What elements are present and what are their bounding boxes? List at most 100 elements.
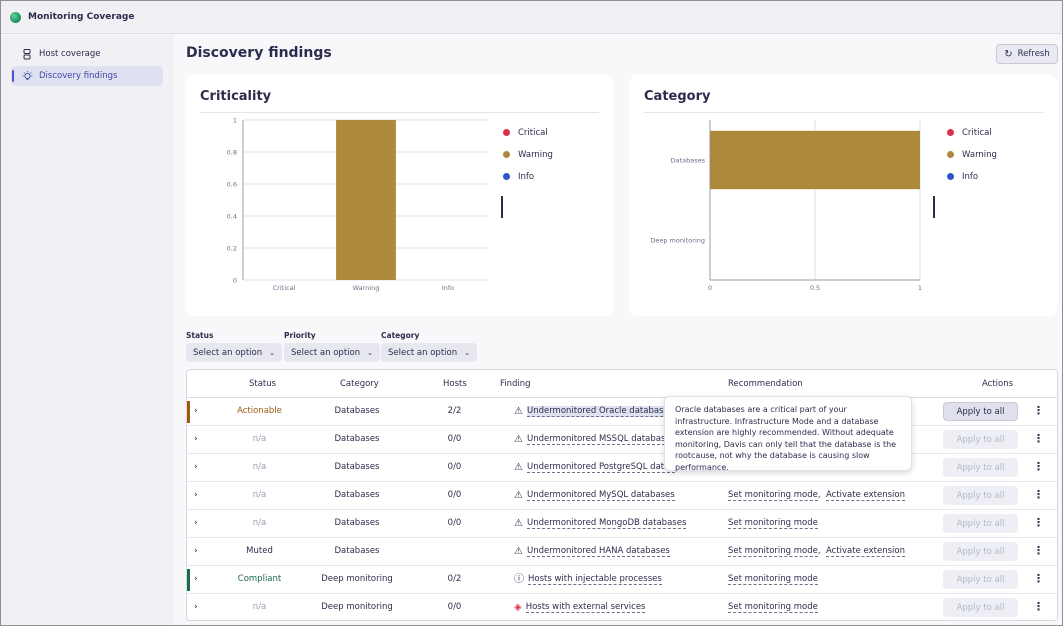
legend-label: Warning	[518, 149, 553, 160]
more-options-icon[interactable]: ⋮	[1033, 432, 1044, 445]
table-row[interactable]: › n/a Databases 0/0 ⚠ Undermonitored Mong…	[187, 510, 1057, 538]
apply-to-all-button[interactable]: Apply to all	[943, 514, 1018, 533]
legend-label: Warning	[962, 149, 997, 160]
apply-to-all-button[interactable]: Apply to all	[943, 486, 1018, 505]
more-options-icon[interactable]: ⋮	[1033, 544, 1044, 557]
apply-to-all-button[interactable]: Apply to all	[943, 458, 1018, 477]
refresh-button[interactable]: ↻ Refresh	[996, 44, 1058, 64]
set-monitoring-mode-link[interactable]: Set monitoring mode	[728, 490, 818, 501]
status-cell: n/a	[252, 434, 267, 444]
status-select[interactable]: Select an option ⌄	[186, 343, 282, 362]
chevron-right-icon[interactable]: ›	[194, 406, 198, 416]
chevron-right-icon[interactable]: ›	[194, 546, 198, 556]
activate-extension-link[interactable]: Activate extension	[825, 490, 905, 501]
apply-to-all-button[interactable]: Apply to all	[943, 402, 1018, 421]
more-options-icon[interactable]: ⋮	[1033, 516, 1044, 529]
more-options-icon[interactable]: ⋮	[1033, 572, 1044, 585]
col-finding[interactable]: Finding	[500, 379, 531, 389]
apply-to-all-button[interactable]: Apply to all	[943, 430, 1018, 449]
legend-item-info[interactable]: Info	[947, 171, 997, 182]
category-select[interactable]: Select an option ⌄	[381, 343, 477, 362]
more-options-icon[interactable]: ⋮	[1033, 488, 1044, 501]
chevron-right-icon[interactable]: ›	[194, 434, 198, 444]
legend-dot-critical	[947, 129, 954, 136]
chevron-right-icon[interactable]: ›	[194, 602, 198, 612]
chevron-right-icon[interactable]: ›	[194, 518, 198, 528]
chevron-right-icon[interactable]: ›	[194, 490, 198, 500]
table-row[interactable]: › Compliant Deep monitoring 0/2 ⓘ Hosts w…	[187, 566, 1057, 594]
main-content: Discovery findings ↻ Refresh Criticality…	[173, 35, 1062, 625]
activate-extension-link[interactable]: Activate extension	[825, 546, 905, 557]
legend-dot-critical	[503, 129, 510, 136]
finding-link[interactable]: Undermonitored MySQL databases	[526, 490, 675, 501]
legend-item-critical[interactable]: Critical	[503, 127, 553, 138]
col-hosts[interactable]: Hosts	[443, 379, 467, 389]
y-tick-label: Databases	[671, 157, 706, 165]
table-row[interactable]: › Muted Databases ⚠ Undermonitored HANA d…	[187, 538, 1057, 566]
finding-cell: ⚠ Undermonitored MongoDB databases	[514, 518, 687, 529]
category-cell: Databases	[334, 406, 380, 416]
warning-icon: ⚠	[514, 546, 523, 557]
sidebar-item-discovery-findings[interactable]: Discovery findings	[11, 66, 163, 86]
finding-link[interactable]: Hosts with external services	[525, 602, 646, 613]
criticality-title: Criticality	[200, 89, 272, 104]
set-monitoring-mode-link[interactable]: Set monitoring mode	[728, 546, 818, 557]
finding-link[interactable]: Undermonitored MongoDB databases	[526, 518, 687, 529]
table-row[interactable]: › n/a Databases 0/0 ⚠ Undermonitored MySQ…	[187, 482, 1057, 510]
legend-item-warning[interactable]: Warning	[947, 149, 997, 160]
table-row[interactable]: › Actionable Databases 2/2 ⚠ Undermonitor…	[187, 398, 1057, 426]
legend-item-critical[interactable]: Critical	[947, 127, 997, 138]
chevron-right-icon[interactable]: ›	[194, 462, 198, 472]
set-monitoring-mode-link[interactable]: Set monitoring mode	[728, 574, 818, 585]
more-options-icon[interactable]: ⋮	[1033, 404, 1044, 417]
category-legend: Critical Warning Info	[947, 127, 997, 193]
finding-cell: ◈ Hosts with external services	[514, 602, 646, 613]
legend-item-warning[interactable]: Warning	[503, 149, 553, 160]
table-row[interactable]: › n/a Deep monitoring 0/0 ◈ Hosts with ex…	[187, 594, 1057, 622]
finding-link[interactable]: Undermonitored HANA databases	[526, 546, 670, 557]
apply-to-all-button[interactable]: Apply to all	[943, 542, 1018, 561]
table-row[interactable]: › n/a Databases 0/0 ⚠ Undermonitored Post…	[187, 454, 1057, 482]
sidebar-item-host-coverage[interactable]: Host coverage	[11, 44, 163, 64]
legend-dot-warning	[947, 151, 954, 158]
col-status[interactable]: Status	[249, 379, 276, 389]
sidebar-item-label: Discovery findings	[39, 71, 118, 81]
finding-link[interactable]: Undermonitored Oracle databases	[526, 406, 674, 417]
hosts-cell: 0/0	[447, 518, 462, 528]
x-tick-label: 0.5	[810, 284, 820, 292]
apply-to-all-button[interactable]: Apply to all	[943, 598, 1018, 617]
more-options-icon[interactable]: ⋮	[1033, 460, 1044, 473]
y-tick-label: 0	[233, 277, 237, 285]
sidebar-item-label: Host coverage	[39, 49, 101, 59]
finding-cell: ⓘ Hosts with injectable processes	[514, 574, 662, 585]
chevron-right-icon[interactable]: ›	[194, 574, 198, 584]
col-category[interactable]: Category	[340, 379, 379, 389]
category-chart: 0 0.5 1 Databases Deep monitoring	[650, 120, 922, 292]
category-filter: Category Select an option ⌄	[381, 331, 477, 362]
set-monitoring-mode-link[interactable]: Set monitoring mode	[728, 518, 818, 529]
finding-link[interactable]: Undermonitored MSSQL databases	[526, 434, 676, 445]
chevron-down-icon: ⌄	[367, 348, 373, 357]
more-options-icon[interactable]: ⋮	[1033, 600, 1044, 613]
info-icon: ⓘ	[514, 574, 524, 585]
priority-select[interactable]: Select an option ⌄	[284, 343, 380, 362]
hosts-cell: 0/0	[447, 462, 462, 472]
table-row[interactable]: › n/a Databases 0/0 ⚠ Undermonitored MSSQ…	[187, 426, 1057, 454]
finding-cell: ⚠ Undermonitored MySQL databases	[514, 490, 675, 501]
col-recommendation[interactable]: Recommendation	[728, 379, 803, 389]
warning-icon: ⚠	[514, 462, 523, 473]
recommendation-cell: Set monitoring mode, Activate extension	[728, 490, 905, 501]
recommendation-cell: Set monitoring mode	[728, 518, 818, 529]
legend-item-info[interactable]: Info	[503, 171, 553, 182]
set-monitoring-mode-link[interactable]: Set monitoring mode	[728, 602, 818, 613]
legend-scroll-marker	[501, 196, 503, 218]
col-actions[interactable]: Actions	[982, 379, 1013, 389]
finding-link[interactable]: Undermonitored PostgreSQL datab	[526, 462, 675, 473]
y-tick-label: 1	[233, 117, 237, 125]
sidebar: Host coverage Discovery findings	[1, 35, 173, 625]
finding-link[interactable]: Hosts with injectable processes	[528, 574, 662, 585]
findings-table: Status Category Hosts Finding Recommenda…	[186, 369, 1058, 621]
status-cell: n/a	[252, 490, 267, 500]
apply-to-all-button[interactable]: Apply to all	[943, 570, 1018, 589]
bar-warning	[336, 120, 396, 280]
